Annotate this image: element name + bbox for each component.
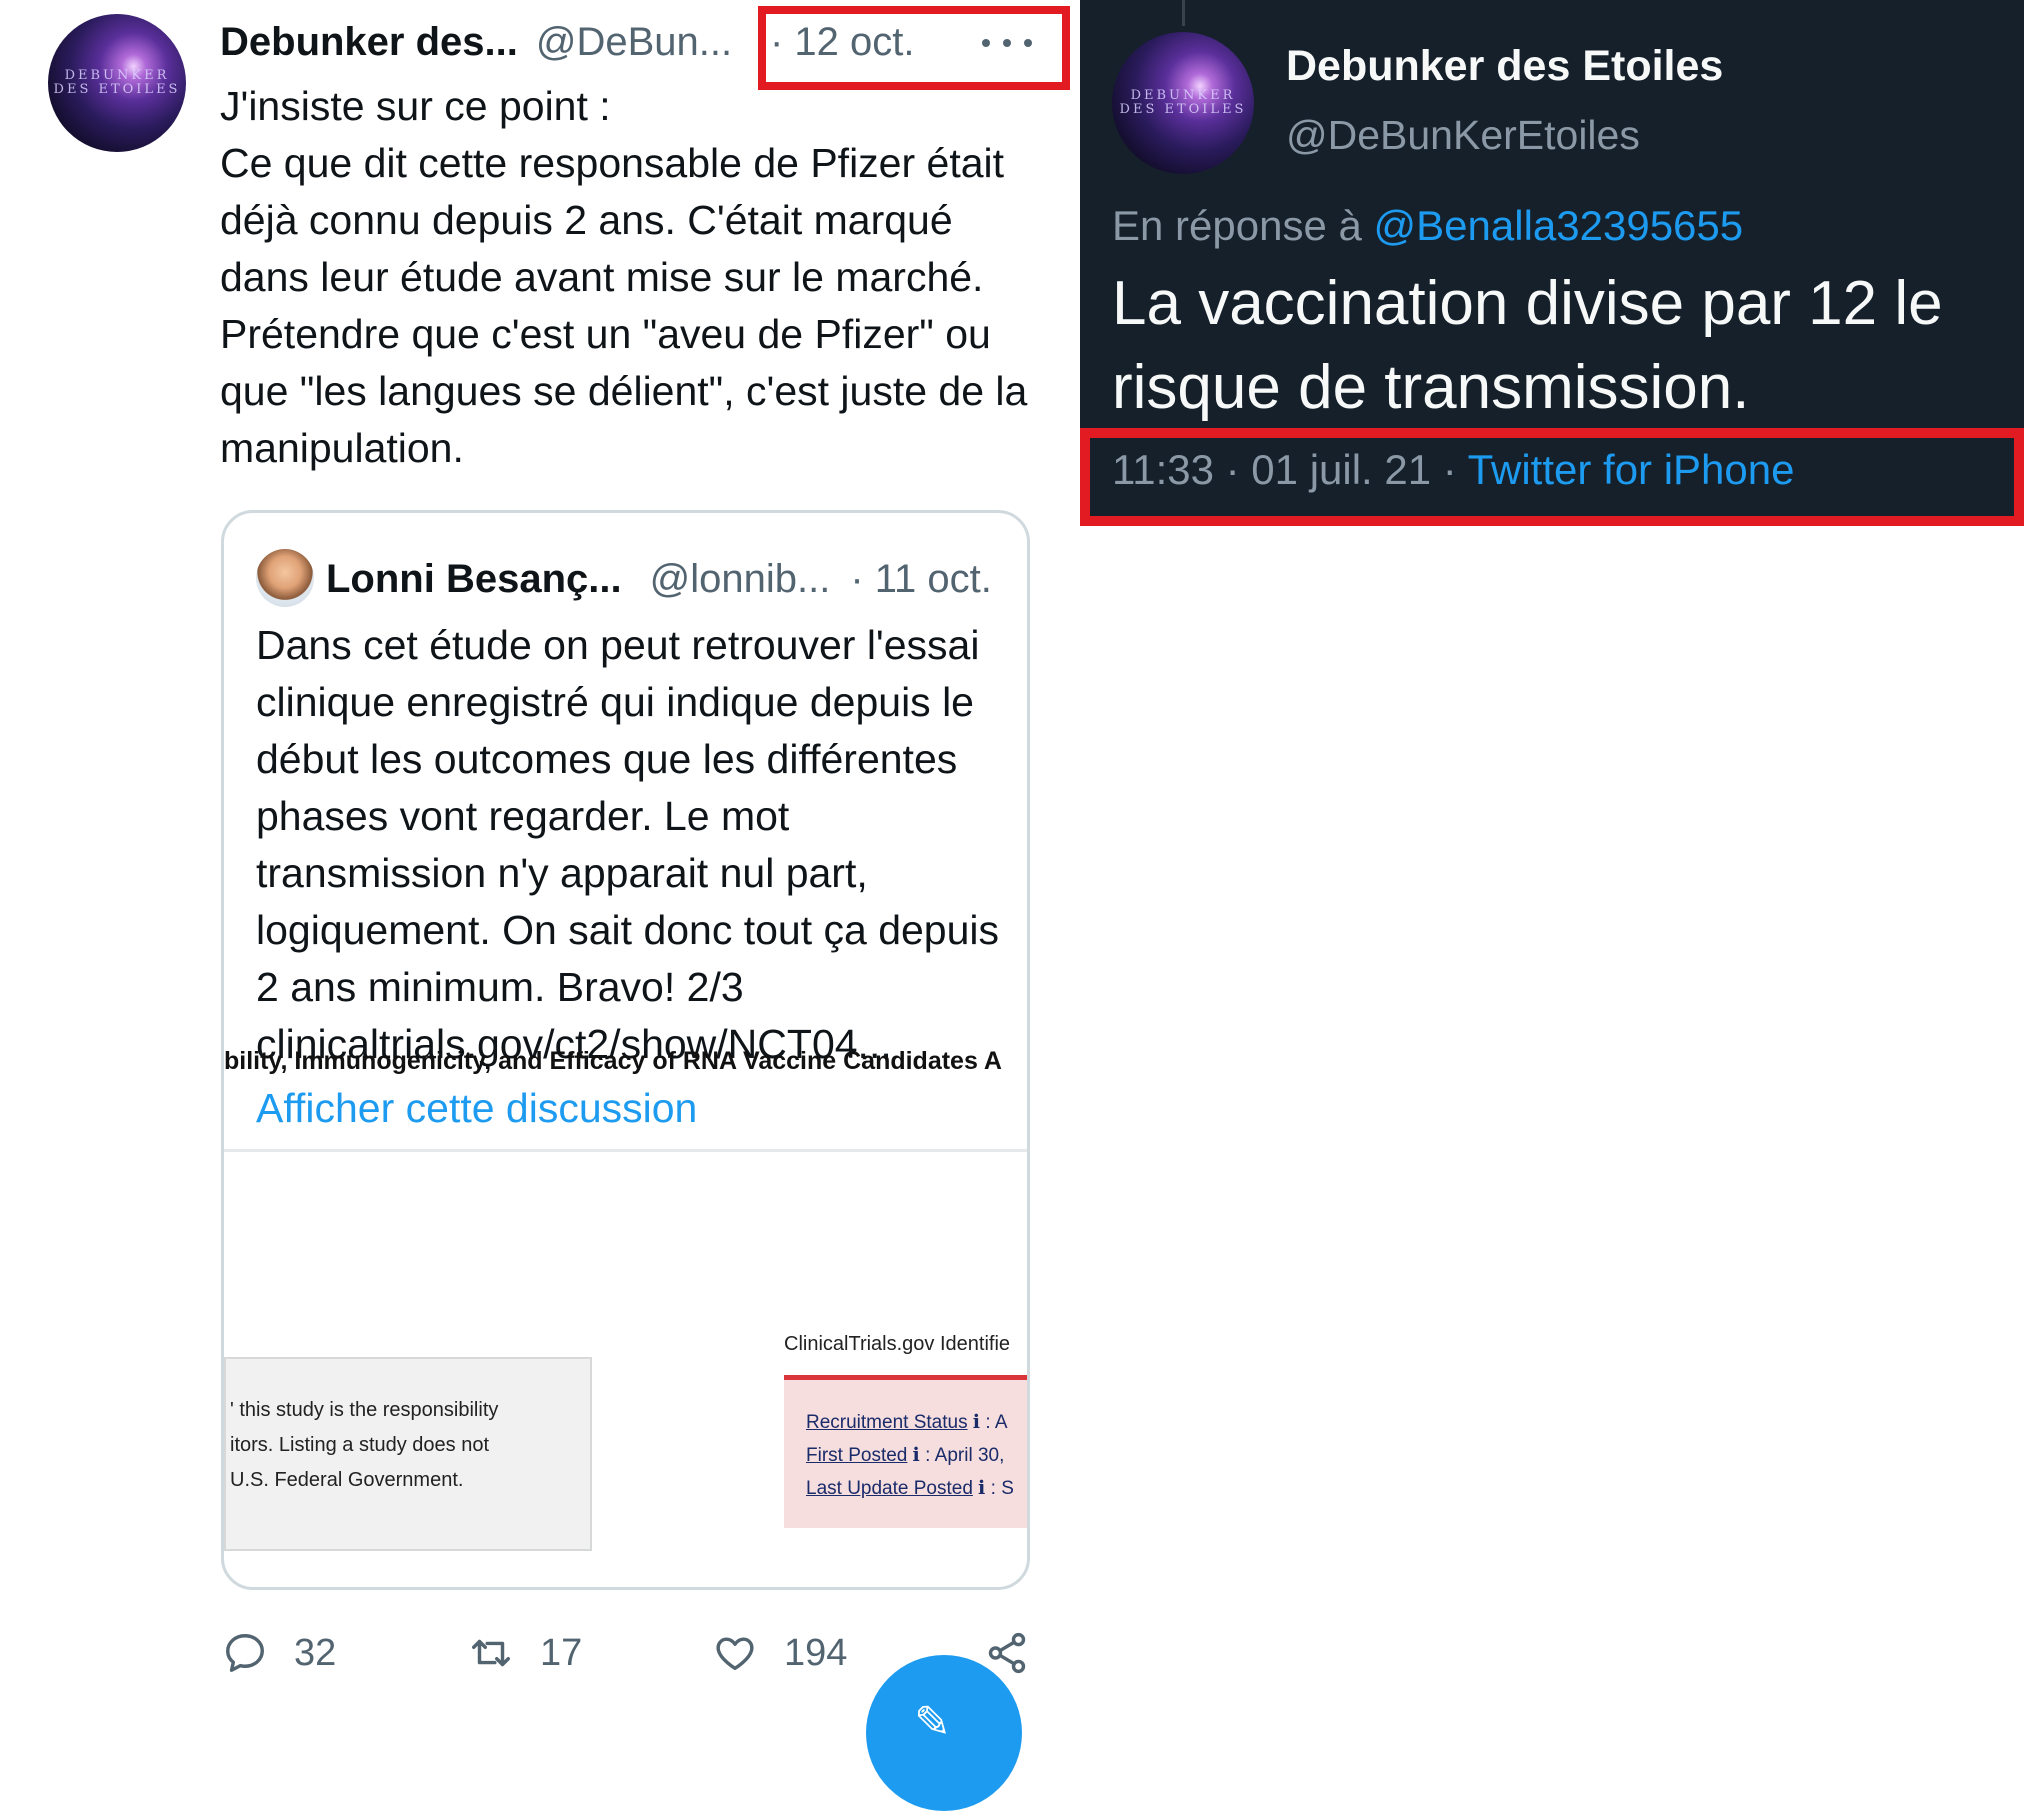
compose-tweet-button[interactable]: ✎ — [866, 1655, 1022, 1811]
quoted-author-name: Lonni Besanç... — [326, 556, 622, 601]
tweet-header: Debunker des... @DeBun... — [220, 14, 732, 70]
heart-icon — [716, 1637, 754, 1671]
trial-status-box: Recruitment Status ℹ : A First Posted ℹ … — [784, 1375, 1027, 1528]
tweet-text: La vaccination divise par 12 le risque d… — [1112, 269, 1943, 422]
left-tweet: DEBUNKER DES ETOILES Debunker des... @De… — [0, 0, 1080, 1811]
tweet-timestamp: 11:33 · 01 juil. 21 · Twitter for iPhone — [1112, 446, 1794, 494]
info-icon: ℹ — [972, 1412, 981, 1433]
author-avatar[interactable]: DEBUNKER DES ETOILES — [48, 14, 186, 152]
quoted-tweet-date: · 11 oct. — [850, 556, 992, 601]
right-tweet: DEBUNKER DES ETOILES Debunker des Etoile… — [1080, 0, 2024, 526]
last-update-value: : S — [990, 1478, 1014, 1499]
tweet-date[interactable]: · 12 oct. — [770, 14, 915, 70]
reply-button[interactable]: 32 — [222, 1622, 336, 1684]
author-handle[interactable]: @DeBun... — [536, 20, 732, 65]
recruitment-status-value: : A — [985, 1412, 1008, 1433]
study-title-snippet: bility, Immunogenicity, and Efficacy of … — [224, 1047, 1002, 1075]
like-count: 194 — [784, 1631, 848, 1674]
show-thread-link[interactable]: Afficher cette discussion — [256, 1085, 697, 1132]
quoted-author-handle: @lonnib... — [649, 556, 831, 601]
disclaimer-text: ' this study is the responsibility itors… — [230, 1399, 499, 1491]
share-icon — [988, 1632, 1026, 1674]
quoted-tweet-card[interactable]: Lonni Besanç... @lonnib... · 11 oct. Dan… — [221, 510, 1030, 1590]
retweet-count: 17 — [540, 1631, 583, 1674]
quoted-tweet-header: Lonni Besanç... @lonnib... · 11 oct. — [326, 549, 992, 609]
tweet-text: J'insiste sur ce point : Ce que dit cett… — [220, 83, 1028, 471]
retweet-button[interactable]: 17 — [468, 1622, 582, 1684]
recruitment-status-label: Recruitment Status — [806, 1412, 968, 1433]
author-name[interactable]: Debunker des Etoiles — [1286, 42, 1723, 91]
info-icon: ℹ — [978, 1478, 986, 1499]
avatar-logo-text: DEBUNKER DES ETOILES — [53, 67, 181, 97]
last-update-label: Last Update Posted — [806, 1478, 973, 1499]
first-posted-label: First Posted — [806, 1445, 908, 1466]
quoted-tweet-text: Dans cet étude on peut retrouver l'essai… — [256, 622, 1000, 1067]
reply-mention-link[interactable]: @Benalla32395655 — [1374, 202, 1744, 249]
reply-count: 32 — [294, 1631, 337, 1674]
disclaimer-box: ' this study is the responsibility itors… — [224, 1357, 592, 1551]
image-divider — [224, 1149, 1027, 1152]
author-name[interactable]: Debunker des... — [220, 20, 518, 65]
info-icon: ℹ — [912, 1445, 920, 1466]
quoted-author-avatar — [256, 549, 314, 607]
reply-prefix: En réponse à — [1112, 202, 1374, 249]
author-avatar[interactable]: DEBUNKER DES ETOILES — [1112, 32, 1254, 174]
compose-icon: ✎ — [914, 1698, 951, 1747]
like-button[interactable]: 194 — [712, 1622, 847, 1684]
more-options-icon[interactable] — [982, 26, 1032, 60]
time-date[interactable]: 11:33 · 01 juil. 21 · — [1112, 446, 1468, 493]
source-link[interactable]: Twitter for iPhone — [1468, 446, 1795, 493]
avatar-logo-text: DEBUNKER DES ETOILES — [1119, 87, 1247, 117]
author-handle[interactable]: @DeBunKerEtoiles — [1286, 112, 1640, 159]
reply-icon — [226, 1634, 264, 1672]
thread-connector-line — [1182, 0, 1185, 26]
retweet-icon — [472, 1639, 510, 1667]
trial-status-rows: Recruitment Status ℹ : A First Posted ℹ … — [806, 1406, 1014, 1505]
clinicaltrials-identifier-label: ClinicalTrials.gov Identifie — [784, 1333, 1011, 1355]
reply-context: En réponse à @Benalla32395655 — [1112, 202, 1743, 250]
first-posted-value: : April 30, — [925, 1445, 1005, 1466]
